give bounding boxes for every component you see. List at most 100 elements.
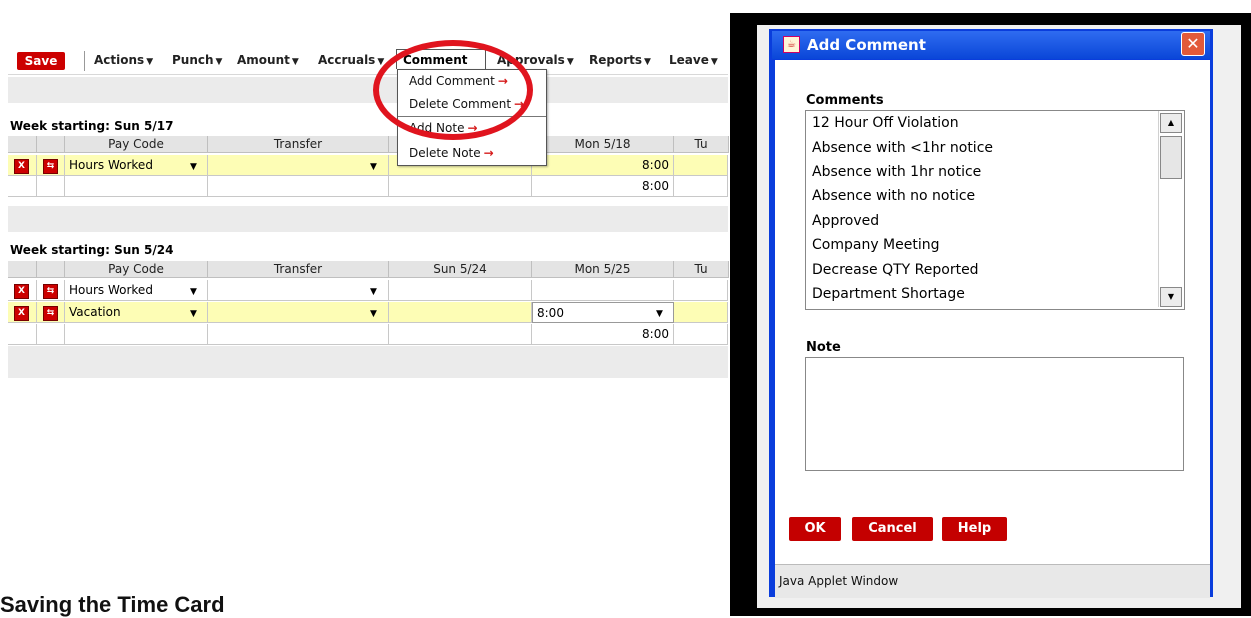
header-mon: Mon 5/18 — [532, 136, 674, 153]
total-cell — [208, 324, 389, 345]
pay-code-cell[interactable]: Vacation — [65, 302, 208, 323]
pay-code-value: Hours Worked — [69, 158, 153, 172]
list-item[interactable]: Decrease QTY Reported — [812, 262, 979, 278]
list-item[interactable]: Absence with <1hr notice — [812, 140, 993, 156]
menu-actions-label: Actions — [94, 53, 145, 67]
total-cell — [389, 176, 532, 197]
chevron-down-icon: ▼ — [291, 57, 299, 67]
tue-cell[interactable] — [674, 155, 728, 176]
header-mon: Mon 5/25 — [532, 261, 674, 278]
page-heading: Saving the Time Card — [0, 592, 225, 617]
total-cell — [65, 324, 208, 345]
scroll-thumb[interactable] — [1160, 136, 1182, 179]
menu-actions[interactable]: Actions ▼ — [94, 53, 153, 67]
chevron-down-icon: ▼ — [566, 57, 574, 67]
header-pay-code: Pay Code — [65, 136, 208, 153]
list-item[interactable]: 12 Hour Off Violation — [812, 115, 959, 131]
total-cell — [674, 176, 728, 197]
highlight-circle — [373, 40, 533, 140]
cancel-button[interactable]: Cancel — [852, 517, 933, 541]
close-button[interactable]: ✕ — [1181, 32, 1205, 56]
arrow-right-icon: → — [483, 146, 494, 160]
transfer-cell[interactable] — [208, 280, 389, 301]
header-transfer: Transfer — [208, 261, 389, 278]
mon-cell[interactable] — [532, 280, 674, 301]
delete-row-icon[interactable]: X — [14, 306, 29, 321]
scroll-down-icon[interactable]: ▼ — [1160, 287, 1182, 307]
menu-accruals[interactable]: Accruals ▼ — [318, 53, 384, 67]
week2-label: Week starting: Sun 5/24 — [10, 243, 174, 257]
sun-cell[interactable] — [389, 302, 532, 323]
total-cell — [208, 176, 389, 197]
menu-amount-label: Amount — [237, 53, 290, 67]
transfer-icon[interactable]: ⇆ — [43, 159, 58, 174]
header-tue: Tu — [674, 136, 729, 153]
toolbar-separator — [84, 51, 85, 71]
mon-value: 8:00 — [537, 306, 564, 320]
chevron-down-icon[interactable]: ▼ — [190, 287, 197, 297]
pay-code-cell[interactable]: Hours Worked — [65, 280, 208, 301]
chevron-down-icon[interactable]: ▼ — [656, 309, 663, 319]
pay-code-cell[interactable]: Hours Worked — [65, 155, 208, 176]
mon-value: 8:00 — [642, 158, 669, 172]
delete-row-icon[interactable]: X — [14, 159, 29, 174]
chevron-down-icon[interactable]: ▼ — [190, 162, 197, 172]
chevron-down-icon[interactable]: ▼ — [190, 309, 197, 319]
note-label: Note — [806, 340, 841, 355]
list-item[interactable]: Absence with no notice — [812, 188, 975, 204]
scroll-up-icon[interactable]: ▲ — [1160, 113, 1182, 133]
header-transfer: Transfer — [208, 136, 389, 153]
list-item[interactable]: Approved — [812, 213, 879, 229]
grid-band — [8, 346, 728, 378]
mon-input[interactable]: 8:00 — [532, 302, 674, 323]
transfer-icon[interactable]: ⇆ — [43, 306, 58, 321]
sun-cell[interactable] — [389, 280, 532, 301]
transfer-cell[interactable] — [208, 302, 389, 323]
tue-cell[interactable] — [674, 280, 728, 301]
menu-delete-note[interactable]: Delete Note → — [409, 146, 494, 160]
menu-reports[interactable]: Reports ▼ — [589, 53, 651, 67]
total-cell — [674, 324, 728, 345]
menu-item-label: Delete Note — [409, 146, 481, 160]
transfer-cell[interactable] — [208, 155, 389, 176]
total-mon-value: 8:00 — [642, 179, 669, 193]
note-textarea[interactable] — [805, 357, 1184, 471]
total-cell — [37, 324, 65, 345]
list-item[interactable]: Absence with 1hr notice — [812, 164, 981, 180]
menu-amount[interactable]: Amount ▼ — [237, 53, 299, 67]
header-blank — [37, 261, 65, 278]
menu-punch[interactable]: Punch ▼ — [172, 53, 222, 67]
chevron-down-icon: ▼ — [215, 57, 223, 67]
mon-cell[interactable]: 8:00 — [532, 155, 674, 176]
java-icon: ☕ — [783, 36, 800, 53]
total-mon-value: 8:00 — [642, 327, 669, 341]
delete-row-icon[interactable]: X — [14, 284, 29, 299]
header-blank — [8, 261, 37, 278]
chevron-down-icon[interactable]: ▼ — [370, 162, 377, 172]
toolbar: Save Actions ▼ Punch ▼ Amount ▼ Accruals ▼ A… — [8, 44, 728, 75]
menu-reports-label: Reports — [589, 53, 643, 67]
header-tue: Tu — [674, 261, 729, 278]
total-cell — [37, 176, 65, 197]
save-button[interactable]: Save — [17, 52, 65, 70]
total-cell — [8, 324, 37, 345]
chevron-down-icon[interactable]: ▼ — [370, 309, 377, 319]
header-blank — [37, 136, 65, 153]
transfer-icon[interactable]: ⇆ — [43, 284, 58, 299]
applet-window-label: Java Applet Window — [779, 574, 899, 588]
list-item[interactable]: Department Shortage — [812, 286, 965, 302]
list-item[interactable]: Company Meeting — [812, 237, 940, 253]
chevron-down-icon[interactable]: ▼ — [370, 287, 377, 297]
menu-leave[interactable]: Leave ▼ — [669, 53, 718, 67]
header-sun: Sun 5/24 — [389, 261, 532, 278]
comments-label: Comments — [806, 93, 884, 108]
ok-button[interactable]: OK — [789, 517, 841, 541]
help-button[interactable]: Help — [942, 517, 1007, 541]
tue-cell[interactable] — [674, 302, 728, 323]
total-mon: 8:00 — [532, 324, 674, 345]
header-blank — [8, 136, 37, 153]
grid-band — [8, 206, 728, 232]
menu-accruals-label: Accruals — [318, 53, 376, 67]
menu-leave-label: Leave — [669, 53, 709, 67]
header-pay-code: Pay Code — [65, 261, 208, 278]
